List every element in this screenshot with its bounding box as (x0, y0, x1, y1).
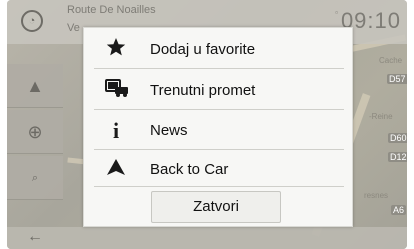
close-button[interactable]: Zatvori (151, 191, 281, 223)
road-label: D12 (388, 152, 407, 162)
bottom-bar: ← (7, 227, 407, 249)
menu-item-label: Trenutni promet (150, 82, 256, 99)
zoom-out-icon: ⌕ (31, 172, 39, 184)
zoom-in-icon: ⊕ (27, 122, 43, 142)
zoom-out-button[interactable]: ⌕ (7, 156, 63, 200)
navigation-arrow-icon: ▲ (26, 76, 44, 96)
menu-item-add-favorite[interactable]: Dodaj u favorite (84, 30, 354, 69)
navigation-arrow-icon (105, 158, 127, 181)
menu-item-label: Back to Car (150, 161, 229, 178)
street-subtext: Ve (67, 22, 80, 34)
menu-item-back-to-car[interactable]: Back to Car (84, 150, 354, 189)
street-name: Route De Noailles (67, 4, 156, 16)
map-place-name: resnes (364, 191, 389, 200)
zoom-in-button[interactable]: ⊕ (7, 110, 63, 154)
info-icon: i (112, 117, 120, 143)
back-arrow-icon[interactable]: ← (27, 228, 43, 246)
road-label: A6 (391, 205, 407, 215)
menu-item-label: News (150, 122, 188, 139)
star-icon (105, 37, 127, 62)
road-label: D57 (387, 74, 407, 84)
map-place-name: Cache (379, 56, 403, 65)
north-arrow-button[interactable]: ▲ (7, 64, 63, 108)
menu-item-label: Dodaj u favorite (150, 41, 256, 58)
context-menu-popup: Dodaj u favorite Trenutni promet i News … (83, 27, 353, 227)
menu-item-traffic[interactable]: Trenutni promet (84, 71, 354, 110)
menu-item-news[interactable]: i News (84, 111, 354, 150)
destination-icon[interactable]: ◔ (21, 10, 43, 32)
map-place-name: -Reine (369, 112, 393, 121)
traffic-icon (105, 78, 128, 103)
road-label: D60 (388, 133, 407, 143)
